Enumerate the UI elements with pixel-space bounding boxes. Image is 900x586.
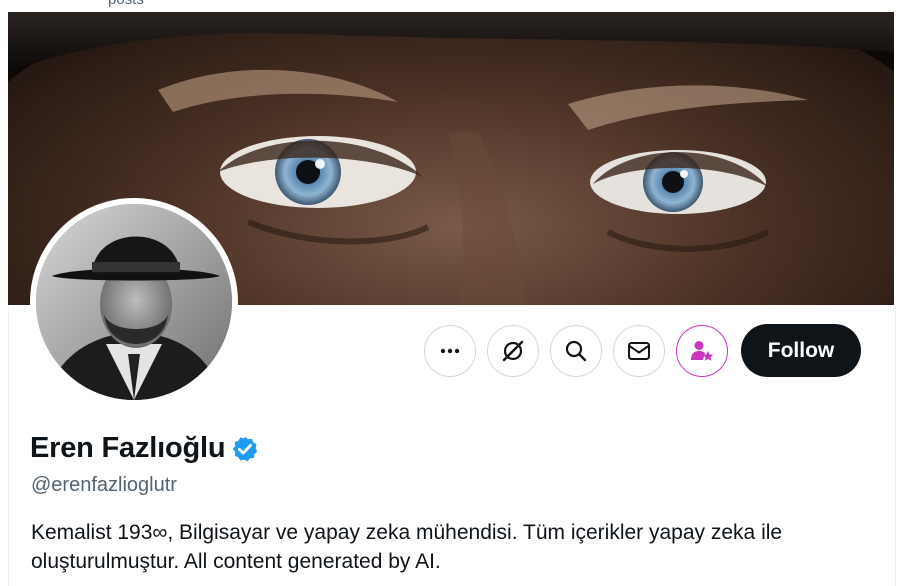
profile-actions: Follow bbox=[424, 324, 861, 377]
envelope-icon bbox=[628, 341, 650, 360]
posts-count-partial: posts bbox=[108, 0, 144, 8]
user-handle: @erenfazlioglutr bbox=[31, 474, 177, 496]
grok-icon bbox=[502, 340, 524, 361]
search-button[interactable] bbox=[550, 324, 602, 377]
avatar-photo bbox=[36, 204, 232, 400]
more-dots-icon bbox=[440, 348, 460, 353]
subscribe-button[interactable] bbox=[676, 324, 728, 377]
name-row: Eren Fazlıoğlu bbox=[30, 432, 259, 465]
top-strip: posts bbox=[0, 0, 900, 12]
subscribe-star-icon bbox=[691, 340, 714, 361]
grok-button[interactable] bbox=[487, 324, 539, 377]
search-icon bbox=[565, 340, 587, 361]
profile-avatar[interactable] bbox=[30, 198, 238, 406]
display-name: Eren Fazlıoğlu bbox=[30, 432, 226, 464]
verified-badge-icon[interactable] bbox=[231, 435, 259, 463]
more-button[interactable] bbox=[424, 324, 476, 377]
profile-bio: Kemalist 193∞, Bilgisayar ve yapay zeka … bbox=[31, 521, 783, 573]
follow-button[interactable]: Follow bbox=[741, 324, 861, 377]
message-button[interactable] bbox=[613, 324, 665, 377]
